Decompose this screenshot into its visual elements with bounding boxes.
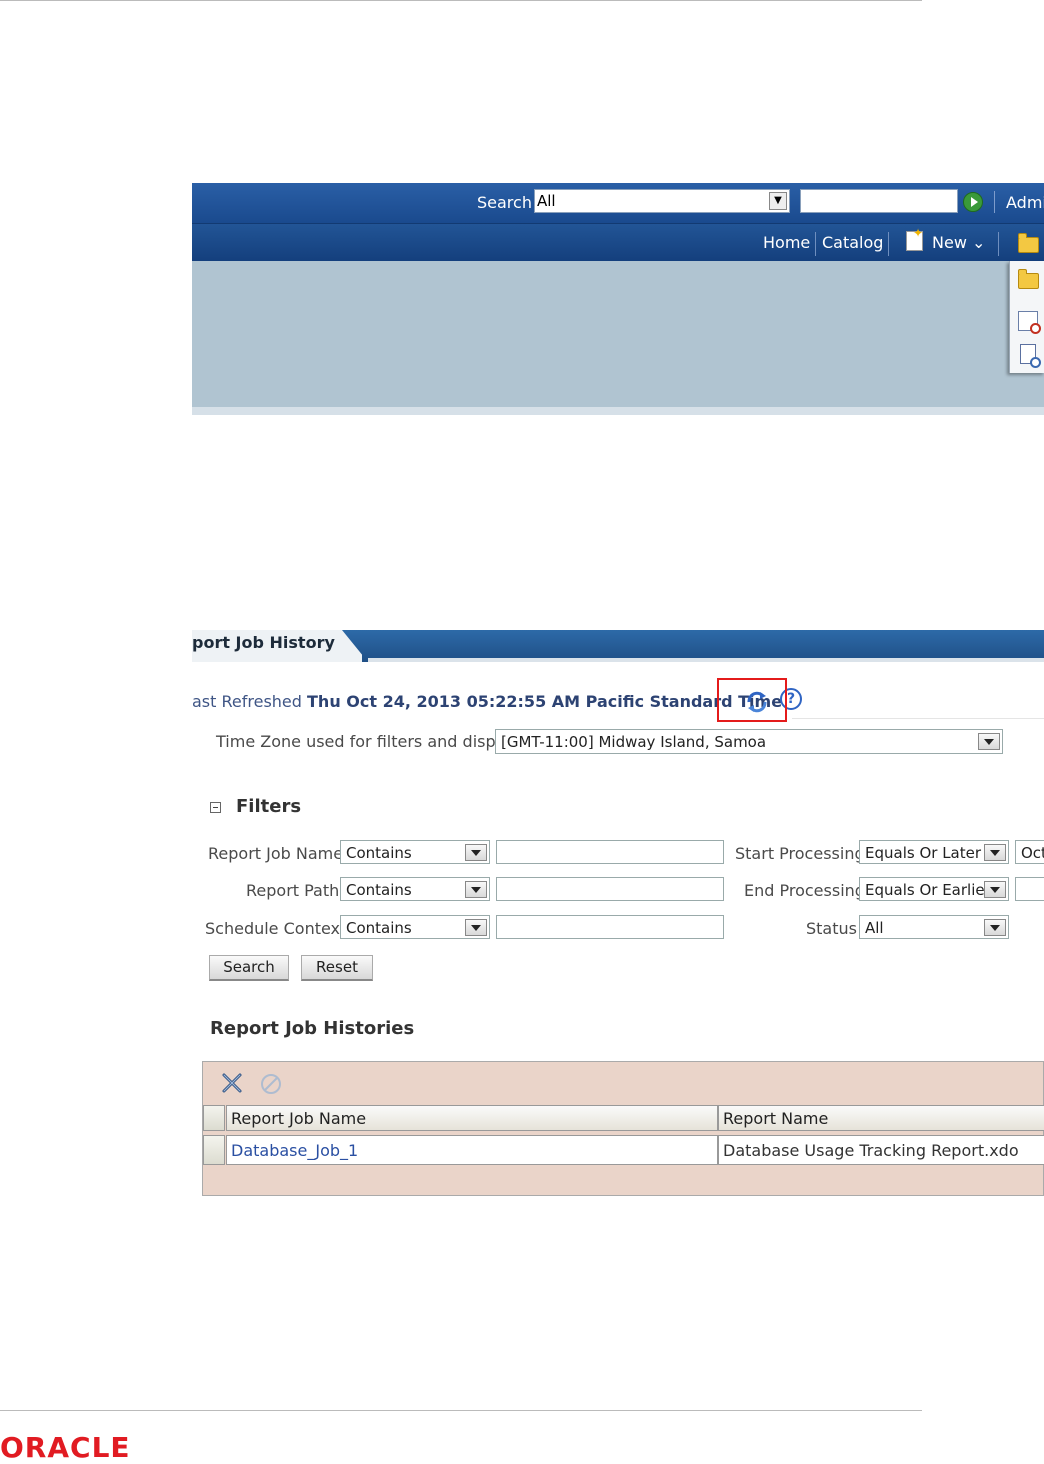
chevron-down-icon[interactable] [978,733,1000,750]
home-link[interactable]: Home [763,233,810,252]
delete-icon[interactable] [221,1072,243,1094]
report-job-icon[interactable] [1018,311,1041,334]
report-path-operator[interactable]: Contains [340,877,490,901]
search-label: Search [477,193,532,212]
status-value: All [865,919,884,937]
start-processing-date[interactable]: Oct [1015,840,1044,864]
search-scope-value: All [537,192,556,210]
job-histories-table: Report Job Name Report Name Database_Job… [202,1061,1044,1196]
job-history-icon[interactable] [1020,344,1041,368]
operator-value: Contains [346,881,412,899]
search-scope-select[interactable]: All ▼ [534,189,790,213]
schedule-context-input[interactable] [496,915,724,939]
column-header-report-name[interactable]: Report Name [718,1105,1044,1131]
job-history-screenshot: port Job History ast Refreshed Thu Oct 2… [192,630,1044,1210]
chevron-down-icon[interactable]: ▼ [769,192,787,210]
open-folder-icon[interactable] [1018,233,1039,253]
report-path-input[interactable] [496,877,724,901]
new-menu[interactable]: New ⌄ [932,233,985,252]
timezone-select[interactable]: [GMT-11:00] Midway Island, Samoa [495,729,1003,754]
column-header-report-job-name[interactable]: Report Job Name [226,1105,718,1131]
start-date-value: Oct [1021,844,1044,862]
report-job-name-input[interactable] [496,840,724,864]
start-processing-operator[interactable]: Equals Or Later [859,840,1009,864]
cancel-job-icon[interactable] [261,1074,281,1094]
operator-value: Equals Or Later [865,844,982,862]
operator-value: Contains [346,919,412,937]
refresh-highlight [717,678,787,722]
go-arrow-icon[interactable] [963,192,983,212]
content-footer-strip [192,407,1044,415]
operator-value: Equals Or Earlie [865,881,985,899]
chevron-down-icon[interactable] [465,881,487,898]
job-name-link[interactable]: Database_Job_1 [231,1141,358,1160]
page-title: port Job History [192,633,335,652]
folder-icon[interactable] [1018,269,1039,289]
chevron-down-icon[interactable] [465,919,487,936]
nav-divider [998,232,999,256]
header-divider [994,191,995,213]
bottom-rule [0,1410,922,1411]
report-job-name-label: Report Job Name [208,844,344,863]
open-menu-panel [1009,261,1044,373]
end-processing-label: End Processing [744,881,865,900]
administration-link[interactable]: Admi [1006,193,1044,212]
navigation-screenshot: Search All ▼ Admi Home Catalog New ⌄ [192,183,1044,415]
table-row-report-name-cell: Database Usage Tracking Report.xdo [718,1135,1044,1165]
report-path-label: Report Path [246,881,340,900]
schedule-context-label: Schedule Context [205,919,347,938]
operator-value: Contains [346,844,412,862]
end-processing-operator[interactable]: Equals Or Earlie [859,877,1009,901]
header-row-selector [203,1105,225,1131]
schedule-context-operator[interactable]: Contains [340,915,490,939]
status-label: Status [806,919,857,938]
top-rule [0,0,922,1]
chevron-down-icon[interactable] [984,881,1006,898]
header-underline [368,658,1044,662]
global-header: Search All ▼ Admi [192,183,1044,224]
search-button[interactable]: Search [209,955,289,981]
nav-divider [888,232,889,256]
histories-title: Report Job Histories [210,1018,415,1039]
status-select[interactable]: All [859,915,1009,939]
nav-divider [815,232,816,256]
timezone-value: [GMT-11:00] Midway Island, Samoa [501,733,767,751]
last-refreshed: ast Refreshed Thu Oct 24, 2013 05:22:55 … [192,692,782,711]
report-job-name-operator[interactable]: Contains [340,840,490,864]
collapse-icon[interactable] [210,802,221,813]
catalog-link[interactable]: Catalog [822,233,883,252]
reset-button[interactable]: Reset [301,955,373,981]
row-selector[interactable] [203,1135,225,1165]
chevron-down-icon[interactable] [984,919,1006,936]
timezone-label: Time Zone used for filters and display [216,732,520,751]
end-processing-date[interactable] [1015,877,1044,901]
start-processing-label: Start Processing [735,844,865,863]
last-refreshed-label: ast Refreshed [192,692,302,711]
new-document-icon [906,226,923,251]
divider-line [792,718,1044,719]
logo-text: ORACLE [0,1431,131,1464]
filters-title: Filters [236,796,302,817]
chevron-down-icon[interactable] [465,844,487,861]
chevron-down-icon[interactable] [984,844,1006,861]
last-refreshed-value: Thu Oct 24, 2013 05:22:55 AM Pacific Sta… [307,692,783,711]
nav-bar: Home Catalog New ⌄ [192,224,1044,261]
search-input[interactable] [800,189,958,213]
table-row-job-name-cell: Database_Job_1 [226,1135,718,1165]
